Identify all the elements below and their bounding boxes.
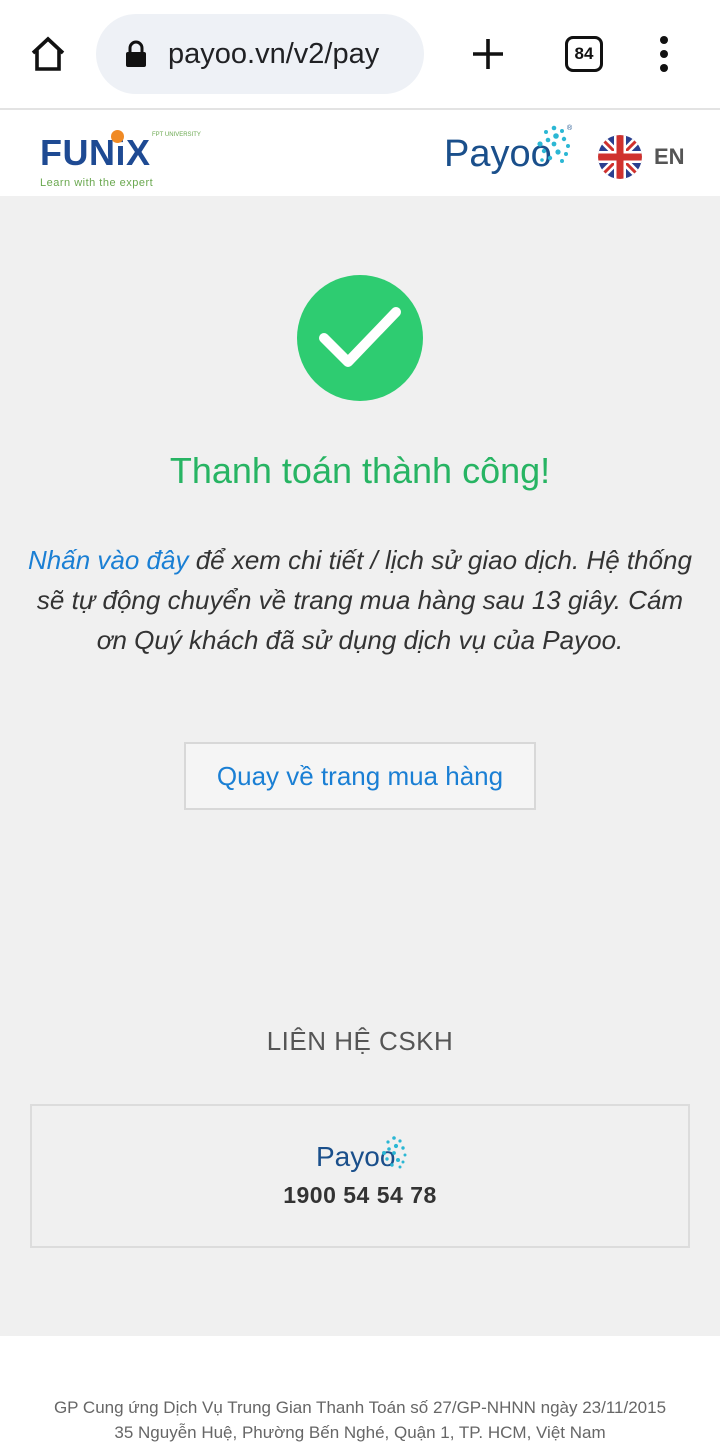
payoo-small-logo: Payoo — [316, 1136, 407, 1172]
menu-dot — [660, 50, 668, 58]
contact-box: Payoo 1900 54 54 78 — [30, 1104, 690, 1248]
merchant-logo[interactable]: FUNiX FPT UNIVERSITY Learn with the expe… — [40, 130, 201, 192]
uk-flag-icon — [598, 135, 642, 179]
footer-address: 35 Nguyễn Huệ, Phường Bến Nghé, Quận 1, … — [114, 1423, 606, 1442]
payoo-small-logo-text: Payoo — [316, 1141, 395, 1172]
merchant-logo-text: FUNiX — [40, 132, 151, 173]
menu-dot — [660, 64, 668, 72]
back-to-shop-button[interactable]: Quay về trang mua hàng — [184, 742, 536, 810]
success-title: Thanh toán thành công! — [169, 450, 551, 491]
browser-toolbar: payoo.vn/v2/pay 84 — [0, 0, 720, 110]
site-header: FUNiX FPT UNIVERSITY Learn with the expe… — [0, 112, 720, 196]
menu-dot — [660, 36, 668, 44]
contact-heading: LIÊN HỆ CSKH — [266, 1026, 454, 1056]
merchant-tagline: Learn with the expert — [40, 177, 154, 189]
footer-license: GP Cung ứng Dịch Vụ Trung Gian Thanh Toá… — [53, 1398, 667, 1417]
url-text: payoo.vn/v2/pay — [168, 37, 380, 70]
result-message: Nhấn vào đây để xem chi tiết / lịch sử g… — [20, 540, 700, 660]
lock-icon — [126, 40, 146, 67]
merchant-micro-text: FPT UNIVERSITY — [152, 132, 201, 138]
payoo-logo[interactable]: Payoo ® — [444, 122, 576, 186]
new-tab-button[interactable] — [466, 32, 510, 76]
new-tab-icon — [473, 39, 503, 69]
home-icon — [31, 36, 65, 71]
transaction-detail-link[interactable]: Nhấn vào đây — [28, 545, 188, 575]
check-circle-icon — [297, 275, 423, 401]
language-label: EN — [654, 144, 685, 169]
page-footer: GP Cung ứng Dịch Vụ Trung Gian Thanh Toá… — [0, 1336, 720, 1447]
more-vert-icon[interactable] — [652, 32, 676, 76]
payoo-logo-text: Payoo — [444, 133, 552, 175]
tab-count: 84 — [574, 44, 594, 63]
tab-switcher-button[interactable]: 84 — [565, 36, 603, 72]
hotline-number[interactable]: 1900 54 54 78 — [32, 1182, 688, 1209]
svg-text:®: ® — [567, 124, 573, 132]
payment-result-panel: Thanh toán thành công! Nhấn vào đây để x… — [0, 196, 720, 1336]
language-switcher[interactable]: EN — [598, 134, 685, 180]
logo-dot — [111, 130, 124, 143]
address-bar[interactable]: payoo.vn/v2/pay — [96, 14, 424, 94]
home-button[interactable] — [24, 30, 72, 78]
